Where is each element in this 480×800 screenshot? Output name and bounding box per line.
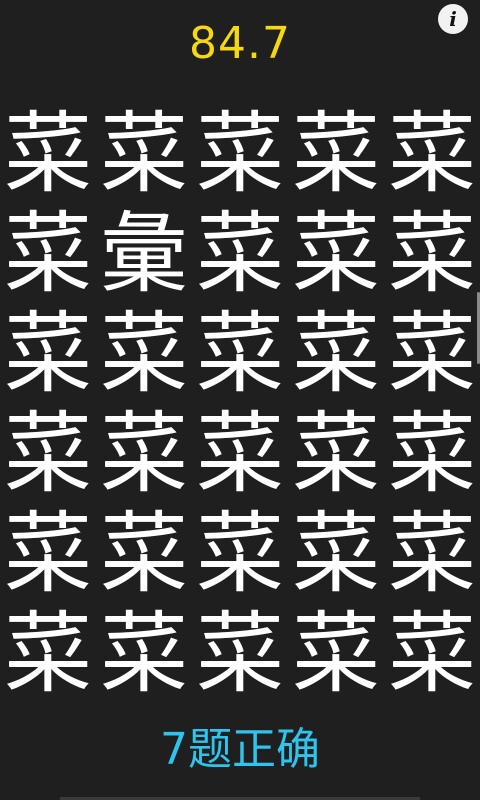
grid-cell-r1-c5[interactable]: 菜: [384, 104, 480, 204]
grid-cell-r4-c1[interactable]: 菜: [0, 404, 96, 504]
countdown-timer: 84.7: [189, 18, 291, 69]
grid-cell-r1-c4[interactable]: 菜: [288, 104, 384, 204]
grid-cell-r6-c1[interactable]: 菜: [0, 604, 96, 704]
grid-cell-r1-c1[interactable]: 菜: [0, 104, 96, 204]
game-screen: 84.7 i 菜菜菜菜菜菜彙菜菜菜菜菜菜菜菜菜菜菜菜菜菜菜菜菜菜菜菜菜菜菜 7题…: [0, 0, 480, 800]
grid-cell-r5-c1[interactable]: 菜: [0, 504, 96, 604]
grid-cell-r2-c1[interactable]: 菜: [0, 204, 96, 304]
grid-cell-r2-c4[interactable]: 菜: [288, 204, 384, 304]
grid-cell-r6-c3[interactable]: 菜: [192, 604, 288, 704]
grid-cell-r6-c2[interactable]: 菜: [96, 604, 192, 704]
grid-cell-r1-c3[interactable]: 菜: [192, 104, 288, 204]
grid-cell-r6-c4[interactable]: 菜: [288, 604, 384, 704]
grid-cell-r1-c2[interactable]: 菜: [96, 104, 192, 204]
grid-cell-r5-c5[interactable]: 菜: [384, 504, 480, 604]
grid-cell-r3-c5[interactable]: 菜: [384, 304, 480, 404]
correct-count: 7题正确: [160, 724, 320, 775]
grid-cell-r5-c4[interactable]: 菜: [288, 504, 384, 604]
grid-cell-r5-c3[interactable]: 菜: [192, 504, 288, 604]
grid-cell-r3-c1[interactable]: 菜: [0, 304, 96, 404]
grid-cell-r6-c5[interactable]: 菜: [384, 604, 480, 704]
grid-cell-r4-c2[interactable]: 菜: [96, 404, 192, 504]
grid-cell-r2-c3[interactable]: 菜: [192, 204, 288, 304]
grid-cell-r2-c5[interactable]: 菜: [384, 204, 480, 304]
info-icon[interactable]: i: [438, 4, 468, 34]
grid-cell-r4-c5[interactable]: 菜: [384, 404, 480, 504]
grid-cell-r5-c2[interactable]: 菜: [96, 504, 192, 604]
grid-cell-r3-c3[interactable]: 菜: [192, 304, 288, 404]
grid-cell-r3-c4[interactable]: 菜: [288, 304, 384, 404]
grid-cell-r2-c2[interactable]: 彙: [96, 204, 192, 304]
character-grid: 菜菜菜菜菜菜彙菜菜菜菜菜菜菜菜菜菜菜菜菜菜菜菜菜菜菜菜菜菜菜: [0, 104, 480, 704]
grid-cell-r4-c3[interactable]: 菜: [192, 404, 288, 504]
grid-cell-r3-c2[interactable]: 菜: [96, 304, 192, 404]
grid-cell-r4-c4[interactable]: 菜: [288, 404, 384, 504]
